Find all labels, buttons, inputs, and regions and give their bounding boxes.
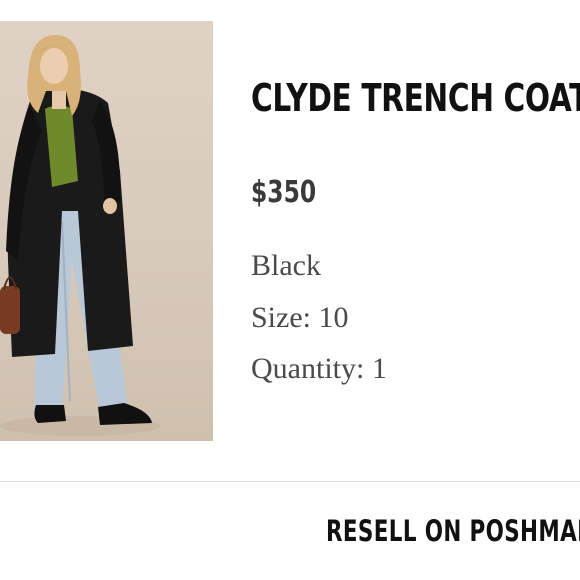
model-wearing-coat-illustration — [0, 35, 160, 436]
product-quantity: Quantity: 1 — [251, 352, 387, 385]
product-title: CLYDE TRENCH COAT — [251, 76, 580, 120]
product-info: CLYDE TRENCH COAT $350 Black Size: 10 Qu… — [251, 0, 580, 470]
product-image[interactable] — [0, 21, 213, 441]
product-price: $350 — [251, 175, 317, 210]
product-size: Size: 10 — [251, 301, 349, 334]
product-color: Black — [251, 249, 321, 282]
resell-button-label: RESELL ON POSHMARK — [326, 514, 580, 548]
section-divider — [0, 481, 580, 482]
resell-on-poshmark-button[interactable]: RESELL ON POSHMARK — [326, 514, 580, 558]
